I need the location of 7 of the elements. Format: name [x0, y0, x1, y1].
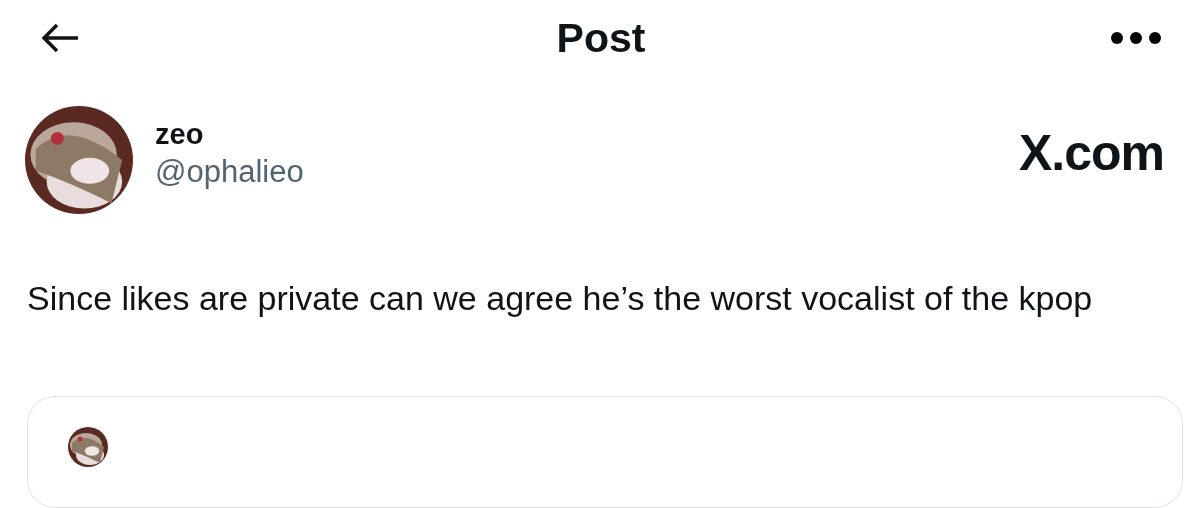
- back-arrow-icon: [40, 23, 80, 53]
- author-handle: @ophalieo: [155, 153, 304, 191]
- more-icon: [1110, 31, 1162, 45]
- author-name: zeo: [155, 117, 205, 152]
- site-label: X.com: [1018, 124, 1164, 182]
- page-title: Post: [556, 14, 646, 62]
- post-text: Since likes are private can we agree he’s the worst vocalist of the kpop: [27, 278, 1094, 319]
